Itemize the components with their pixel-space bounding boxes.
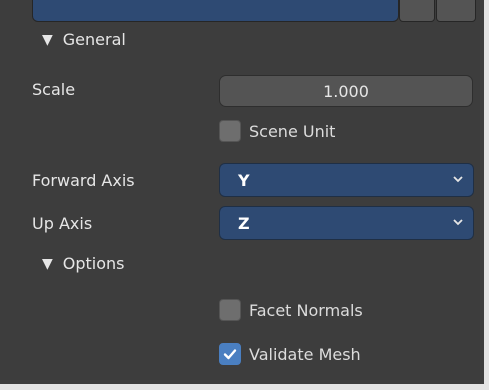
general-section-label: General xyxy=(62,30,126,49)
facet-normals-checkbox[interactable]: Facet Normals xyxy=(219,299,363,321)
window-edge xyxy=(0,384,489,390)
window-edge xyxy=(484,0,489,390)
collapse-triangle-icon: ▼ xyxy=(42,255,53,272)
scale-field[interactable]: 1.000 xyxy=(219,75,473,107)
chevron-down-icon xyxy=(453,219,463,226)
forward-axis-value: Y xyxy=(238,170,250,190)
validate-mesh-checkbox[interactable]: Validate Mesh xyxy=(219,343,361,365)
checkmark-icon xyxy=(223,349,237,360)
up-axis-select[interactable]: Z xyxy=(219,206,474,240)
top-select-field[interactable] xyxy=(32,0,399,22)
up-axis-label: Up Axis xyxy=(32,214,93,233)
scene-unit-box[interactable] xyxy=(219,120,241,142)
scale-label: Scale xyxy=(32,80,76,99)
export-options-panel: ▼ General Scale 1.000 Scene Unit Forward… xyxy=(0,0,489,390)
options-section-label: Options xyxy=(62,254,125,273)
scene-unit-label: Scene Unit xyxy=(249,121,336,141)
facet-normals-label: Facet Normals xyxy=(249,300,363,320)
validate-mesh-box[interactable] xyxy=(219,343,241,365)
collapse-triangle-icon: ▼ xyxy=(42,31,53,48)
facet-normals-box[interactable] xyxy=(219,299,241,321)
scene-unit-checkbox[interactable]: Scene Unit xyxy=(219,120,335,142)
scale-value: 1.000 xyxy=(323,81,369,101)
top-field-button-2[interactable] xyxy=(436,0,476,22)
forward-axis-label: Forward Axis xyxy=(32,171,135,190)
validate-mesh-label: Validate Mesh xyxy=(249,344,361,364)
up-axis-value: Z xyxy=(238,213,250,233)
chevron-down-icon xyxy=(453,176,463,183)
options-section-header[interactable]: ▼ Options xyxy=(42,254,125,273)
general-section-header[interactable]: ▼ General xyxy=(42,30,126,49)
top-field-button[interactable] xyxy=(399,0,435,22)
forward-axis-select[interactable]: Y xyxy=(219,163,474,197)
